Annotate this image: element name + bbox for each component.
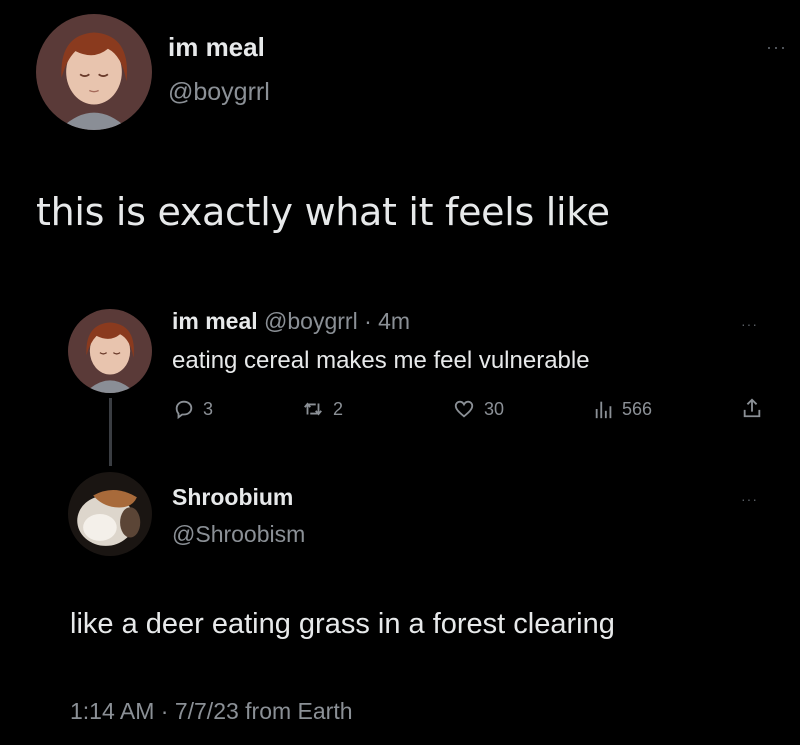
quoted-author-handle-time[interactable]: @boygrrl · 4m <box>264 308 410 334</box>
retweet-count: 2 <box>333 398 344 419</box>
quoted-more-options-icon[interactable]: ··· <box>741 317 758 331</box>
like-count: 30 <box>484 398 505 419</box>
share-icon <box>743 398 761 418</box>
more-options-icon[interactable]: ··· <box>766 38 787 56</box>
quoted-author-display-name[interactable]: im meal <box>172 308 258 334</box>
quoted-tweet-text: eating cereal makes me feel vulnerable <box>172 347 590 374</box>
tweet-text: this is exactly what it feels like <box>36 190 610 234</box>
reply-count: 3 <box>203 398 214 419</box>
reply-author-display-name[interactable]: Shroobium <box>172 484 293 511</box>
quoted-author-avatar[interactable] <box>68 309 152 393</box>
retweet-button[interactable]: 2 <box>301 398 343 420</box>
reply-author-handle[interactable]: @Shroobism <box>172 521 305 548</box>
quoted-tweet-header: im meal @boygrrl · 4m <box>172 308 410 335</box>
share-button[interactable] <box>741 396 763 425</box>
heart-icon <box>454 400 474 418</box>
reply-author-avatar[interactable] <box>68 472 152 556</box>
author-handle[interactable]: @boygrrl <box>168 78 270 107</box>
views-button[interactable]: 566 <box>594 398 652 420</box>
reply-more-options-icon[interactable]: ··· <box>741 492 758 506</box>
like-button[interactable]: 30 <box>452 398 504 420</box>
author-display-name[interactable]: im meal <box>168 32 265 63</box>
analytics-icon <box>595 401 612 419</box>
reply-timestamp[interactable]: 1:14 AM · 7/7/23 from Earth <box>70 698 353 725</box>
reply-icon <box>175 400 193 420</box>
thread-connector-line <box>109 398 112 466</box>
author-avatar[interactable] <box>36 14 152 130</box>
reply-button[interactable]: 3 <box>173 398 213 420</box>
views-count: 566 <box>622 398 653 419</box>
reply-text: like a deer eating grass in a forest cle… <box>70 608 615 640</box>
retweet-icon <box>304 402 322 416</box>
